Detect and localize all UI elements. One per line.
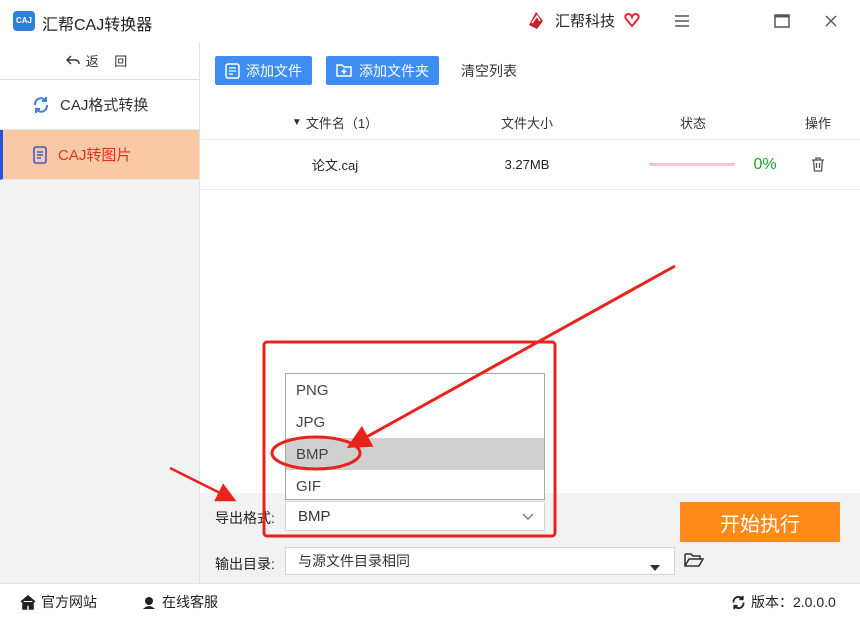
- add-file-label: 添加文件: [246, 62, 302, 79]
- add-folder-label: 添加文件夹: [359, 62, 429, 79]
- table-header: ▼ 文件名（1） 文件大小 状态 操作: [200, 106, 860, 140]
- maximize-icon[interactable]: [771, 10, 793, 32]
- format-option-gif[interactable]: GIF: [286, 470, 544, 502]
- refresh-icon: [33, 96, 49, 113]
- output-dir-value: 与源文件目录相同: [298, 553, 410, 569]
- undo-arrow-icon: [65, 55, 80, 64]
- title-bar: CAJ 汇帮CAJ转换器 汇帮科技: [0, 0, 860, 42]
- column-name-label: 文件名（1）: [305, 116, 379, 131]
- official-website-link[interactable]: 官方网站: [20, 592, 97, 612]
- version-label: 版本：2.0.0.0: [751, 594, 836, 610]
- status-bar: 官方网站 在线客服 版本：2.0.0.0: [0, 583, 860, 617]
- column-status: 状态: [679, 116, 706, 131]
- column-action: 操作: [804, 116, 831, 131]
- version-info: 版本：2.0.0.0: [731, 592, 836, 612]
- brand-name: 汇帮科技: [555, 12, 616, 30]
- file-size: 3.27MB: [504, 157, 550, 172]
- toolbar: 添加文件 添加文件夹 清空列表: [215, 56, 517, 85]
- export-format-label: 导出格式:: [215, 510, 275, 526]
- folder-plus-icon: [336, 64, 352, 77]
- add-folder-button[interactable]: 添加文件夹: [326, 56, 439, 85]
- export-format-select[interactable]: BMP: [285, 501, 545, 531]
- format-option-png[interactable]: PNG: [286, 374, 544, 406]
- support-label: 在线客服: [162, 594, 218, 610]
- output-dir-select[interactable]: 与源文件目录相同: [285, 547, 675, 575]
- home-icon: [20, 594, 36, 610]
- close-icon[interactable]: [820, 10, 842, 32]
- file-name: 论文.caj: [311, 158, 359, 173]
- sort-down-icon: ▼: [291, 117, 302, 128]
- menu-icon[interactable]: [671, 10, 693, 32]
- table-row: 论文.caj 3.27MB 0%: [200, 140, 860, 190]
- progress-bar: [647, 140, 737, 189]
- add-file-button[interactable]: 添加文件: [215, 56, 312, 85]
- headset-icon: [143, 596, 155, 609]
- chevron-down-icon: [522, 508, 534, 525]
- app-title: 汇帮CAJ转换器: [42, 17, 153, 34]
- format-option-jpg[interactable]: JPG: [286, 406, 544, 438]
- online-support-link[interactable]: 在线客服: [141, 592, 218, 612]
- app-logo-icon: CAJ: [13, 11, 35, 31]
- folder-open-icon[interactable]: [684, 551, 706, 571]
- progress-percent: 0%: [753, 155, 777, 173]
- back-button[interactable]: 返 回: [0, 42, 199, 80]
- refresh-icon: [732, 595, 745, 609]
- caret-down-icon: [650, 558, 660, 574]
- output-dir-label: 输出目录:: [215, 556, 275, 572]
- brand: 汇帮科技: [525, 9, 641, 31]
- format-option-bmp[interactable]: BMP: [286, 438, 544, 470]
- format-dropdown-list: PNG JPG BMP GIF: [285, 373, 545, 500]
- file-icon: [225, 62, 240, 79]
- settings-panel: 导出格式: BMP 开始执行 输出目录: 与源文件目录相同: [200, 493, 860, 583]
- trash-icon[interactable]: [806, 140, 830, 189]
- back-label: 返 回: [85, 54, 134, 69]
- start-button[interactable]: 开始执行: [680, 502, 840, 542]
- sidebar: 返 回 CAJ格式转换 CAJ转图片: [0, 42, 200, 583]
- column-size: 文件大小: [500, 116, 553, 131]
- sidebar-item-caj-format[interactable]: CAJ格式转换: [0, 80, 199, 130]
- sidebar-item-label: CAJ格式转换: [60, 97, 149, 114]
- export-format-value: BMP: [298, 507, 331, 525]
- website-label: 官方网站: [41, 594, 97, 610]
- sidebar-item-label: CAJ转图片: [58, 147, 132, 164]
- sidebar-item-caj-to-image[interactable]: CAJ转图片: [0, 130, 199, 180]
- brand-logo-icon: [529, 12, 543, 29]
- column-name[interactable]: ▼ 文件名（1）: [260, 106, 410, 139]
- document-icon: [33, 145, 47, 164]
- heart-icon[interactable]: [623, 11, 641, 29]
- clear-list-button[interactable]: 清空列表: [461, 61, 517, 81]
